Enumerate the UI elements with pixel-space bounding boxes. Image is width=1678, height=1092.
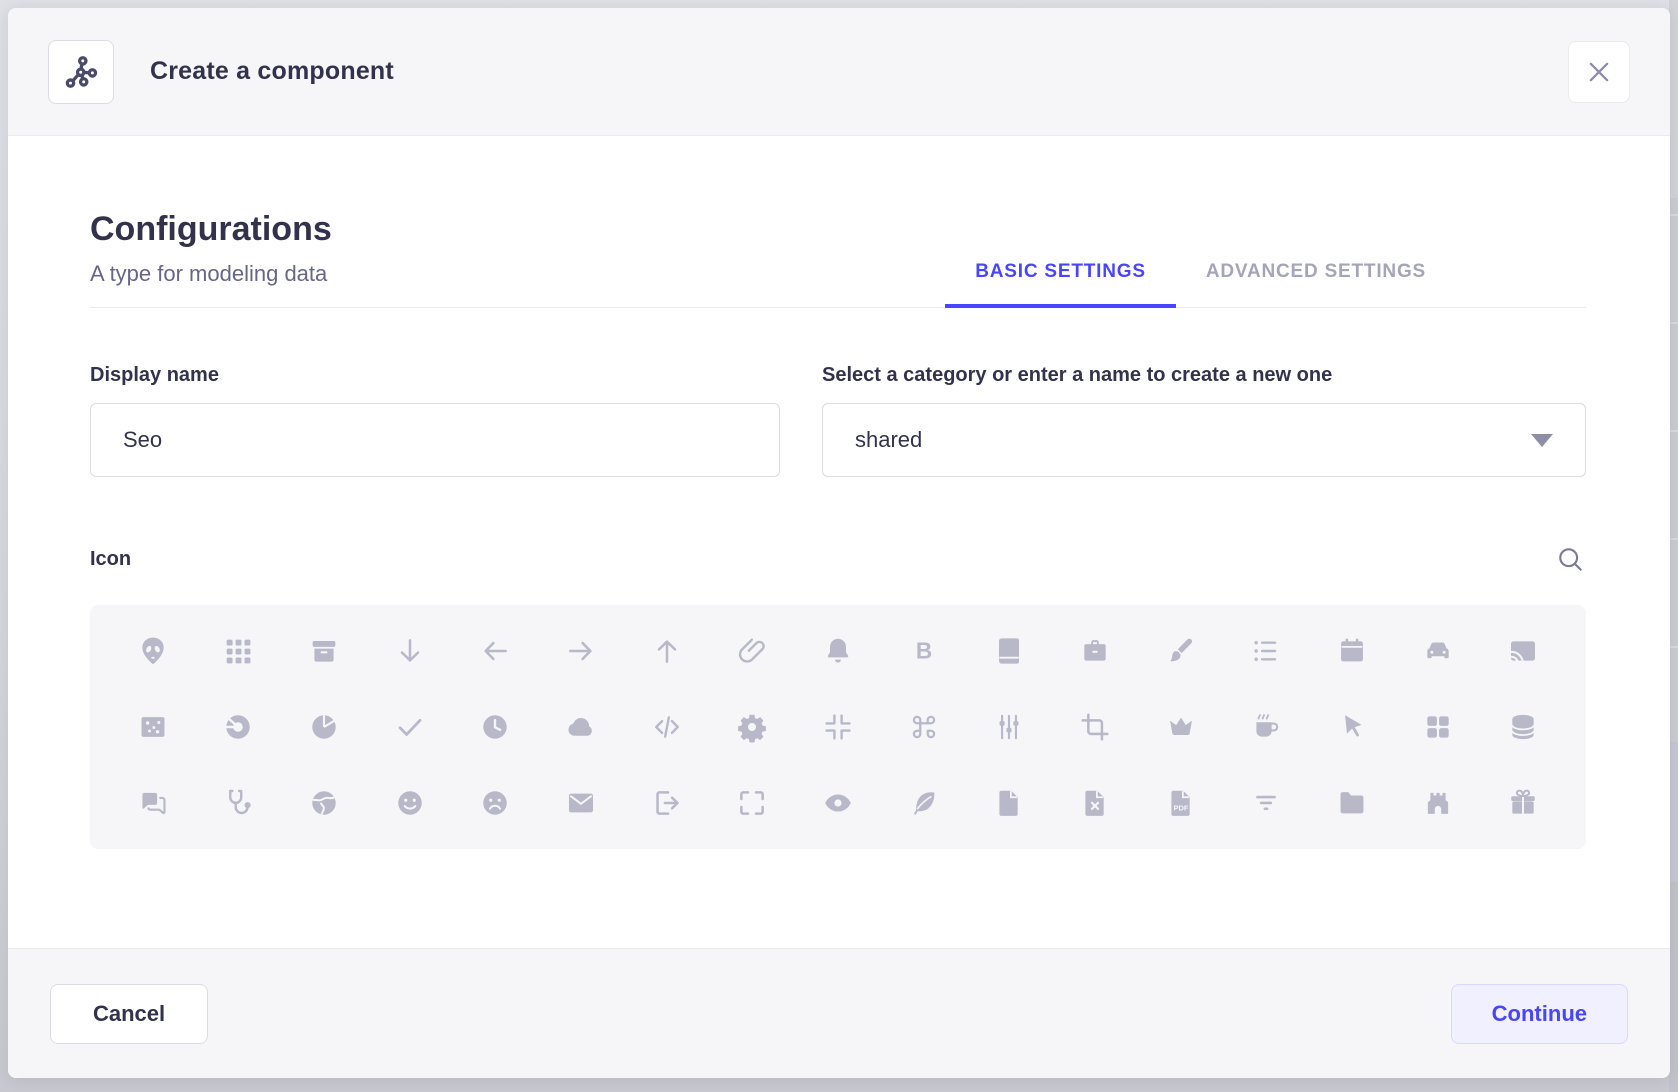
svg-text:B: B bbox=[915, 637, 931, 663]
page-subtitle: A type for modeling data bbox=[90, 261, 332, 287]
file-pdf-icon[interactable]: PDF bbox=[1158, 780, 1204, 826]
attachment-icon[interactable] bbox=[729, 628, 775, 674]
display-name-field: Display name bbox=[90, 364, 780, 477]
bold-icon[interactable]: B bbox=[901, 628, 947, 674]
close-icon bbox=[1585, 58, 1613, 86]
continue-button[interactable]: Continue bbox=[1451, 984, 1628, 1044]
icon-grid: B PDF bbox=[90, 605, 1586, 849]
cast-icon[interactable] bbox=[1500, 628, 1546, 674]
page-title: Configurations bbox=[90, 210, 332, 249]
icon-grid-row bbox=[110, 689, 1566, 765]
cog-icon[interactable] bbox=[729, 704, 775, 750]
check-icon[interactable] bbox=[387, 704, 433, 750]
connector-icon[interactable] bbox=[986, 704, 1032, 750]
crown-icon[interactable] bbox=[1158, 704, 1204, 750]
discuss-icon[interactable] bbox=[130, 780, 176, 826]
chart-bubble-icon[interactable] bbox=[130, 704, 176, 750]
display-name-label: Display name bbox=[90, 364, 780, 387]
envelop-icon[interactable] bbox=[558, 780, 604, 826]
cup-icon[interactable] bbox=[1243, 704, 1289, 750]
dialog-header: Create a component bbox=[8, 8, 1670, 136]
emotion-happy-icon[interactable] bbox=[387, 780, 433, 826]
category-label: Select a category or enter a name to cre… bbox=[822, 364, 1586, 387]
briefcase-icon[interactable] bbox=[1072, 628, 1118, 674]
icon-grid-row: B bbox=[110, 613, 1566, 689]
component-icon bbox=[48, 40, 114, 104]
icon-picker-header: Icon bbox=[90, 543, 1586, 575]
dialog-footer: Cancel Continue bbox=[8, 948, 1670, 1078]
alien-icon[interactable] bbox=[130, 628, 176, 674]
bullet-list-icon[interactable] bbox=[1243, 628, 1289, 674]
clock-icon[interactable] bbox=[472, 704, 518, 750]
code-icon[interactable] bbox=[644, 704, 690, 750]
cancel-button[interactable]: Cancel bbox=[50, 984, 208, 1044]
filter-icon[interactable] bbox=[1243, 780, 1289, 826]
icon-picker-label: Icon bbox=[90, 548, 131, 571]
create-component-dialog: Create a component Configurations A type… bbox=[8, 8, 1670, 1078]
search-icon bbox=[1554, 543, 1586, 575]
file-error-icon[interactable] bbox=[1072, 780, 1118, 826]
chart-pie-icon[interactable] bbox=[301, 704, 347, 750]
close-button[interactable] bbox=[1568, 41, 1630, 103]
file-icon[interactable] bbox=[986, 780, 1032, 826]
category-field: Select a category or enter a name to cre… bbox=[822, 364, 1586, 477]
feather-icon[interactable] bbox=[901, 780, 947, 826]
crop-icon[interactable] bbox=[1072, 704, 1118, 750]
dialog-title: Create a component bbox=[150, 57, 394, 86]
screen: Create a component Configurations A type… bbox=[0, 0, 1678, 1092]
eye-icon[interactable] bbox=[815, 780, 861, 826]
calendar-icon[interactable] bbox=[1329, 628, 1375, 674]
car-icon[interactable] bbox=[1415, 628, 1461, 674]
section-heading: Configurations A type for modeling data bbox=[90, 210, 332, 307]
brush-icon[interactable] bbox=[1158, 628, 1204, 674]
arrow-up-icon[interactable] bbox=[644, 628, 690, 674]
category-select[interactable]: shared bbox=[822, 403, 1586, 477]
folder-icon[interactable] bbox=[1329, 780, 1375, 826]
gate-icon[interactable] bbox=[1415, 780, 1461, 826]
overlay-strip-segment bbox=[1669, 882, 1678, 1092]
overlay-strip-segment bbox=[1669, 742, 1678, 882]
archive-icon[interactable] bbox=[301, 628, 347, 674]
chevron-down-icon bbox=[1531, 434, 1553, 447]
earth-icon[interactable] bbox=[301, 780, 347, 826]
icon-grid-row: PDF bbox=[110, 765, 1566, 841]
section-heading-row: Configurations A type for modeling data … bbox=[90, 210, 1586, 308]
dashboard-icon[interactable] bbox=[1415, 704, 1461, 750]
dialog-body: Configurations A type for modeling data … bbox=[8, 136, 1670, 948]
settings-tabs: BASIC SETTINGS ADVANCED SETTINGS bbox=[945, 261, 1456, 307]
form-fields-row: Display name Select a category or enter … bbox=[90, 364, 1586, 477]
gift-icon[interactable] bbox=[1500, 780, 1546, 826]
book-icon[interactable] bbox=[986, 628, 1032, 674]
tab-advanced-settings[interactable]: ADVANCED SETTINGS bbox=[1176, 261, 1456, 307]
exit-icon[interactable] bbox=[644, 780, 690, 826]
database-icon[interactable] bbox=[1500, 704, 1546, 750]
icon-search-button[interactable] bbox=[1554, 543, 1586, 575]
category-select-value: shared bbox=[855, 427, 922, 453]
collapse-icon[interactable] bbox=[815, 704, 861, 750]
expand-icon[interactable] bbox=[729, 780, 775, 826]
svg-text:PDF: PDF bbox=[1173, 803, 1188, 812]
page-behind-overlay bbox=[1669, 0, 1678, 1092]
cloud-icon[interactable] bbox=[558, 704, 604, 750]
arrow-left-icon[interactable] bbox=[472, 628, 518, 674]
command-icon[interactable] bbox=[901, 704, 947, 750]
chart-circle-icon[interactable] bbox=[215, 704, 261, 750]
overlay-strip-segment bbox=[1669, 0, 1678, 198]
apps-icon[interactable] bbox=[215, 628, 261, 674]
tab-basic-settings[interactable]: BASIC SETTINGS bbox=[945, 261, 1176, 307]
arrow-down-icon[interactable] bbox=[387, 628, 433, 674]
arrow-right-icon[interactable] bbox=[558, 628, 604, 674]
doctor-icon[interactable] bbox=[215, 780, 261, 826]
cursor-icon[interactable] bbox=[1329, 704, 1375, 750]
display-name-input[interactable] bbox=[90, 403, 780, 477]
emotion-unhappy-icon[interactable] bbox=[472, 780, 518, 826]
bell-icon[interactable] bbox=[815, 628, 861, 674]
